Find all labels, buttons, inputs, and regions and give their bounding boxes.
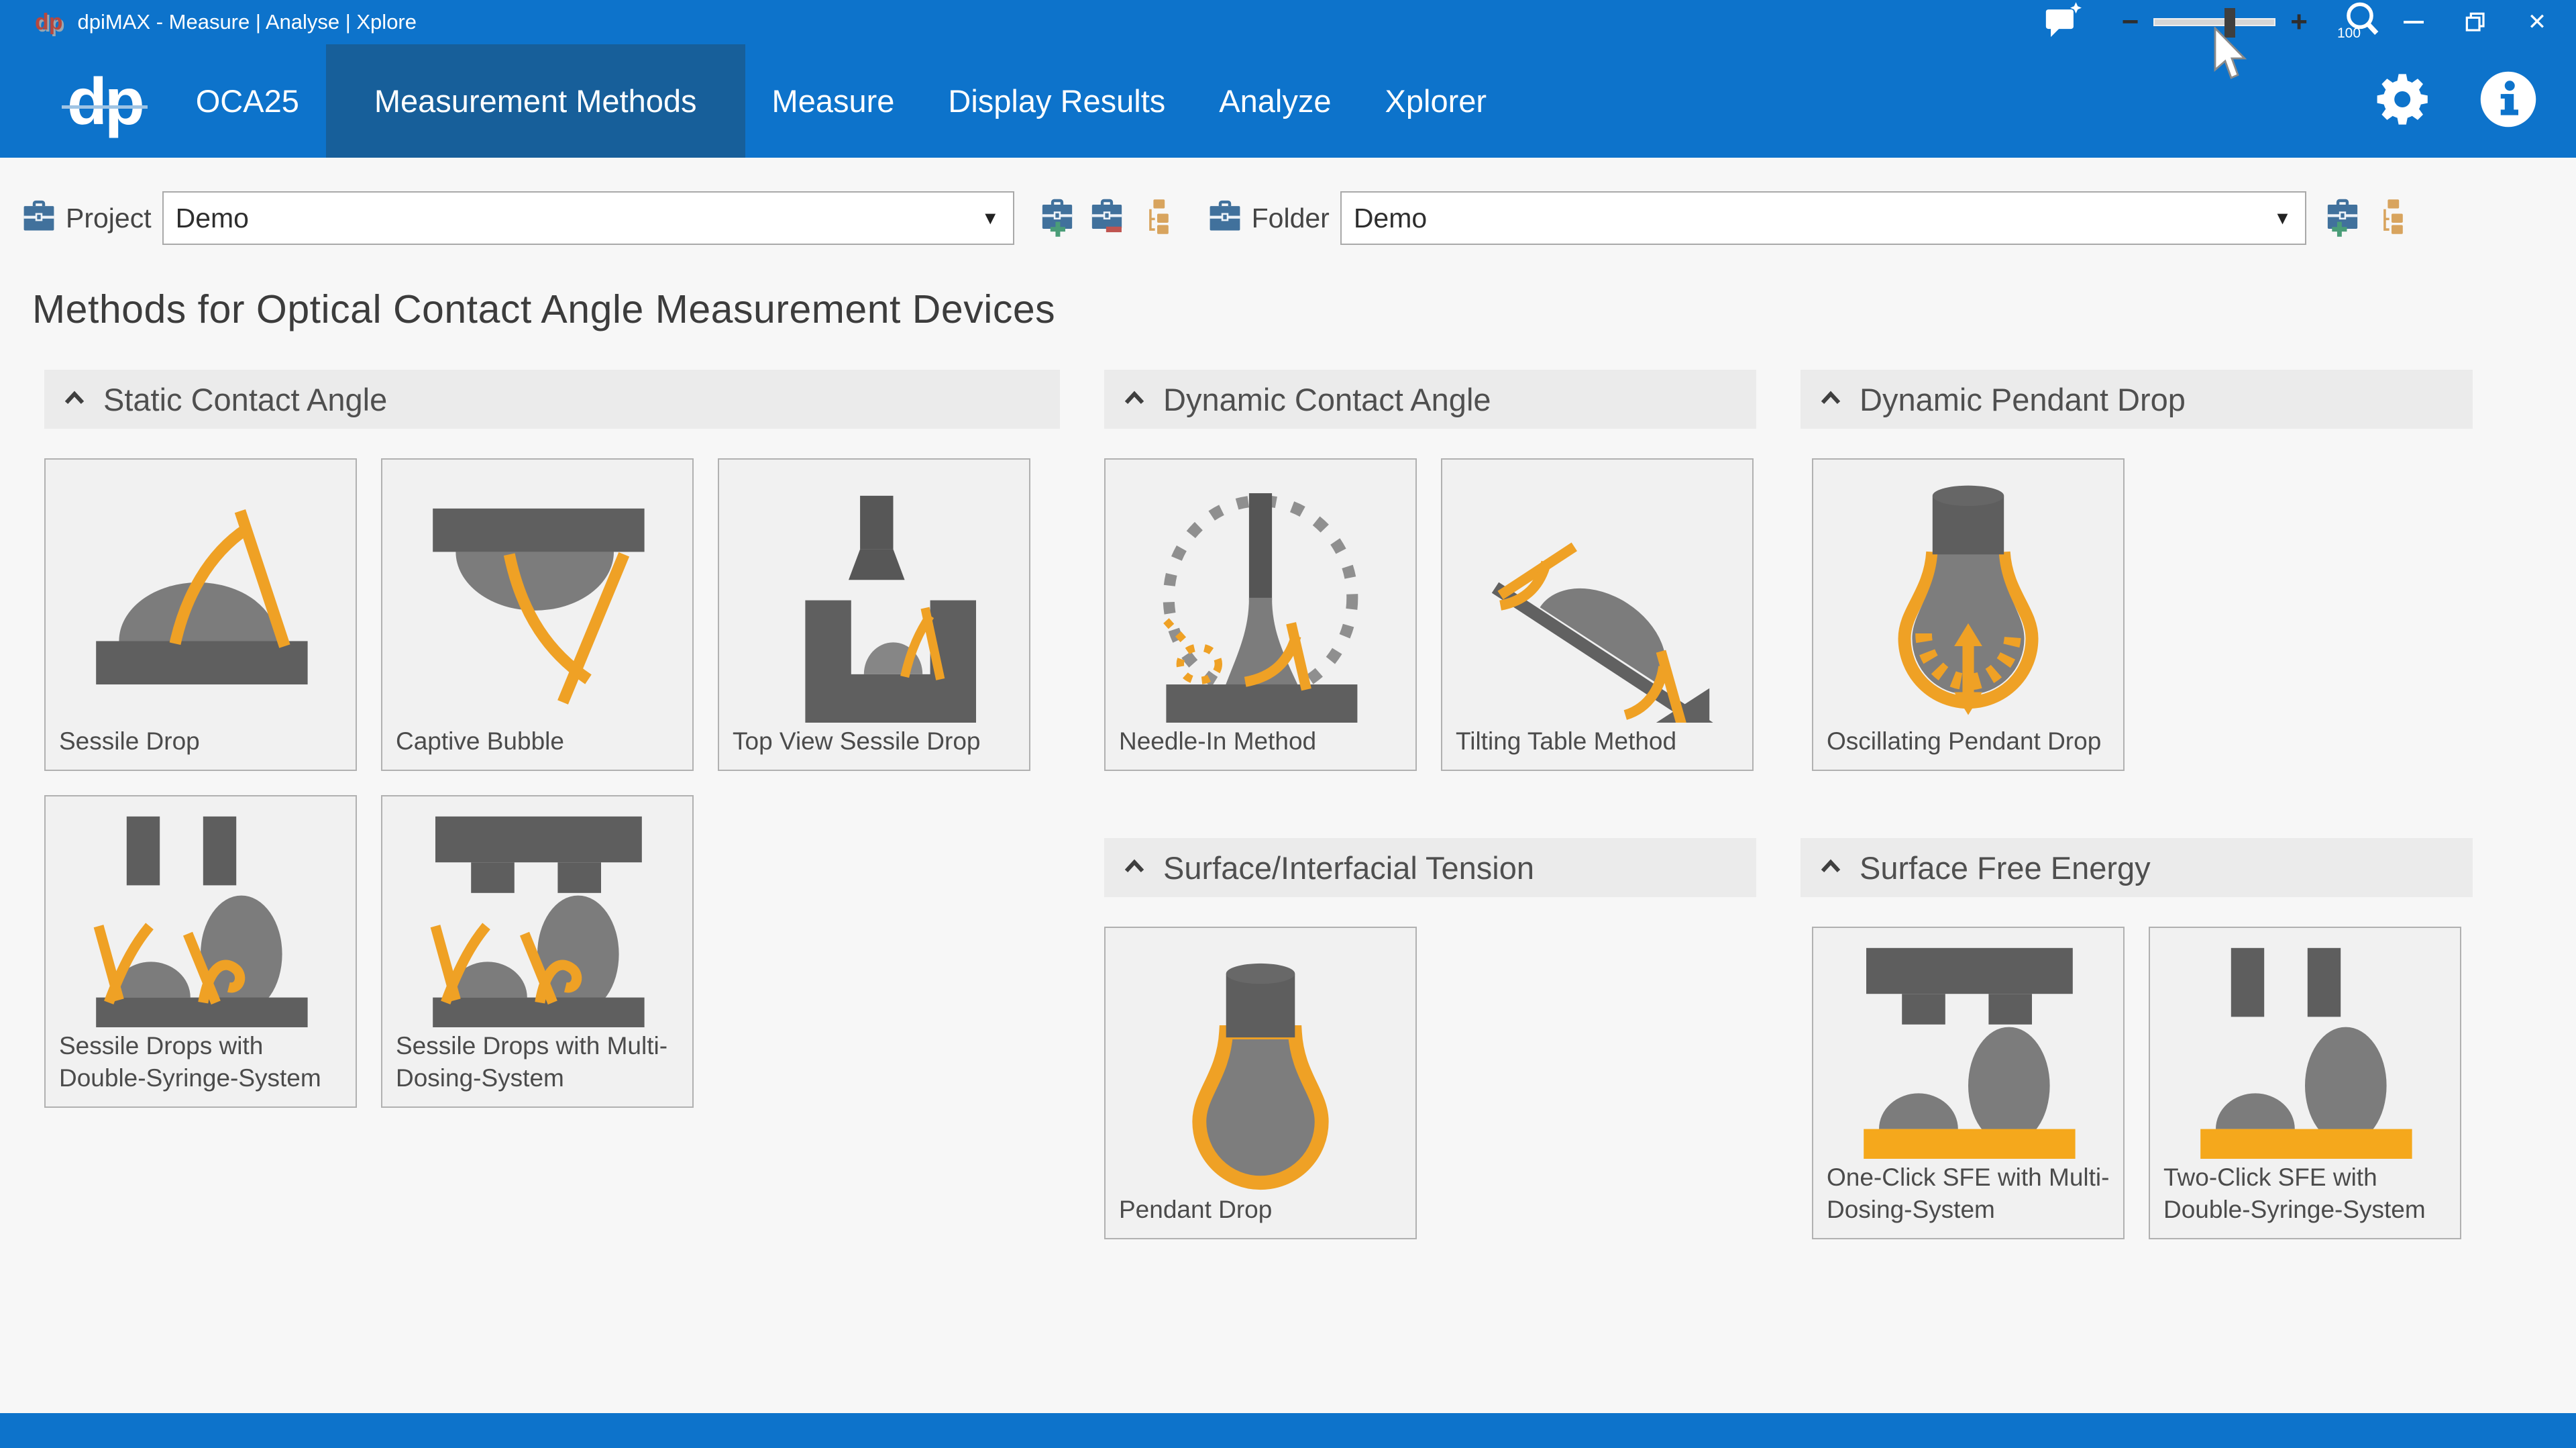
section-header-surface-interfacial-tension[interactable]: Surface/Interfacial Tension: [1104, 838, 1756, 897]
project-folder-toolbar: Project Demo ▼: [0, 180, 2576, 256]
restore-icon: [2465, 11, 2486, 33]
remove-project-button[interactable]: [1088, 197, 1126, 240]
nav-item-xplorer[interactable]: Xplorer: [1358, 44, 1514, 158]
chevron-up-icon[interactable]: [1821, 391, 1841, 409]
section-header-static-contact-angle[interactable]: Static Contact Angle: [44, 370, 1060, 429]
zoom-slider[interactable]: [2153, 18, 2275, 26]
zoom-level-control[interactable]: 100: [2337, 0, 2383, 44]
method-card-label: Sessile Drops with Double-Syringe-System: [46, 1027, 356, 1106]
section-title: Surface/Interfacial Tension: [1163, 849, 1534, 886]
method-card-oscillating-pendant-drop[interactable]: Oscillating Pendant Drop: [1812, 458, 2125, 771]
main-navbar: dp OCA25 Measurement Methods Measure Dis…: [0, 44, 2576, 158]
oscillating-pendant-drop-illustration: [1813, 460, 2123, 723]
folder-tree-icon: [2387, 199, 2399, 208]
notification-comment-icon[interactable]: [2043, 1, 2082, 44]
minimize-button[interactable]: [2383, 0, 2445, 44]
method-card-label: Needle-In Method: [1106, 723, 1415, 770]
section-title: Surface Free Energy: [1860, 849, 2151, 886]
method-card-captive-bubble[interactable]: Captive Bubble: [381, 458, 694, 771]
settings-gear-icon[interactable]: [2369, 67, 2434, 135]
section-static-contact-angle: Static Contact Angle Sessile Drop: [44, 370, 1060, 1108]
folder-tree-button[interactable]: [2375, 198, 2408, 239]
project-briefcase-icon: [20, 198, 58, 239]
method-card-label: Pendant Drop: [1106, 1191, 1415, 1238]
method-card-sessile-drop[interactable]: Sessile Drop: [44, 458, 357, 771]
project-select-value: Demo: [176, 203, 249, 234]
section-dynamic-contact-angle: Dynamic Contact Angle Needle-I: [1104, 370, 1756, 1239]
method-card-tilting-table[interactable]: Tilting Table Method: [1441, 458, 1754, 771]
method-card-sessile-drops-double-syringe[interactable]: Sessile Drops with Double-Syringe-System: [44, 795, 357, 1108]
method-card-label: Two-Click SFE with Double-Syringe-System: [2150, 1159, 2460, 1238]
multi-dosing-illustration: [382, 796, 692, 1027]
folder-label: Folder: [1252, 203, 1330, 234]
folder-select[interactable]: Demo ▼: [1340, 191, 2306, 245]
section-header-dynamic-pendant-drop[interactable]: Dynamic Pendant Drop: [1801, 370, 2473, 429]
method-card-top-view-sessile-drop[interactable]: Top View Sessile Drop: [718, 458, 1030, 771]
nav-item-oca25[interactable]: OCA25: [169, 44, 326, 158]
project-label: Project: [66, 203, 152, 234]
window-titlebar: dp dpiMAX - Measure | Analyse | Xplore −…: [0, 0, 2576, 44]
pendant-drop-illustration: [1106, 928, 1415, 1191]
two-click-sfe-illustration: [2150, 928, 2460, 1159]
zoom-level-value: 100: [2337, 25, 2361, 42]
method-card-label: Captive Bubble: [382, 723, 692, 770]
nav-item-analyze[interactable]: Analyze: [1192, 44, 1358, 158]
sessile-drop-illustration: [46, 460, 356, 723]
one-click-sfe-illustration: [1813, 928, 2123, 1159]
folder-select-value: Demo: [1354, 203, 1427, 234]
nav-item-display-results[interactable]: Display Results: [921, 44, 1192, 158]
project-select[interactable]: Demo ▼: [162, 191, 1014, 245]
zoom-out-button[interactable]: −: [2112, 7, 2149, 37]
method-card-label: Sessile Drop: [46, 723, 356, 770]
section-header-surface-free-energy[interactable]: Surface Free Energy: [1801, 838, 2473, 897]
section-title: Static Contact Angle: [103, 381, 387, 418]
add-folder-button[interactable]: [2324, 197, 2361, 240]
page-title: Methods for Optical Contact Angle Measur…: [32, 287, 2576, 332]
info-icon[interactable]: [2478, 69, 2538, 133]
top-view-sessile-drop-illustration: [719, 460, 1029, 723]
mouse-cursor: [2212, 27, 2250, 83]
chevron-up-icon[interactable]: [1821, 859, 1841, 877]
chevron-up-icon[interactable]: [1124, 859, 1144, 877]
zoom-in-button[interactable]: +: [2281, 7, 2317, 37]
method-card-label: Tilting Table Method: [1442, 723, 1752, 770]
window-title: dpiMAX - Measure | Analyse | Xplore: [78, 10, 417, 34]
method-card-one-click-sfe[interactable]: One-Click SFE with Multi-Dosing-System: [1812, 927, 2125, 1239]
method-card-sessile-drops-multi-dosing[interactable]: Sessile Drops with Multi-Dosing-System: [381, 795, 694, 1108]
app-mini-logo: dp: [35, 11, 63, 34]
folder-tree-icon: [1153, 199, 1165, 208]
method-card-two-click-sfe[interactable]: Two-Click SFE with Double-Syringe-System: [2149, 927, 2461, 1239]
section-title: Dynamic Pendant Drop: [1860, 381, 2186, 418]
nav-item-measure[interactable]: Measure: [745, 44, 922, 158]
magnifier-icon: [2349, 4, 2371, 27]
methods-grid: Static Contact Angle Sessile Drop: [44, 370, 2576, 1239]
method-card-label: One-Click SFE with Multi-Dosing-System: [1813, 1159, 2123, 1238]
method-card-label: Top View Sessile Drop: [719, 723, 1029, 770]
project-tree-button[interactable]: [1140, 198, 1174, 239]
folder-briefcase-icon: [1206, 198, 1244, 239]
minus-icon: [1106, 226, 1121, 231]
chevron-up-icon[interactable]: [1124, 391, 1144, 409]
needle-in-illustration: [1106, 460, 1415, 723]
bottom-status-bar: [0, 1413, 2576, 1448]
method-card-label: Oscillating Pendant Drop: [1813, 723, 2123, 770]
section-header-dynamic-contact-angle[interactable]: Dynamic Contact Angle: [1104, 370, 1756, 429]
captive-bubble-illustration: [382, 460, 692, 723]
minimize-icon: [2404, 21, 2424, 23]
method-card-pendant-drop[interactable]: Pendant Drop: [1104, 927, 1417, 1239]
section-title: Dynamic Contact Angle: [1163, 381, 1491, 418]
tilting-table-illustration: [1442, 460, 1752, 723]
folder-select-arrow-icon[interactable]: ▼: [2273, 208, 2292, 229]
chevron-up-icon[interactable]: [64, 391, 85, 409]
add-project-button[interactable]: [1038, 197, 1076, 240]
project-select-arrow-icon[interactable]: ▼: [981, 208, 1000, 229]
section-dynamic-pendant-drop: Dynamic Pendant Drop Oscillati: [1801, 370, 2473, 1239]
restore-button[interactable]: [2445, 0, 2506, 44]
nav-item-measurement-methods[interactable]: Measurement Methods: [326, 44, 745, 158]
method-card-label: Sessile Drops with Multi-Dosing-System: [382, 1027, 692, 1106]
close-button[interactable]: ✕: [2506, 0, 2568, 44]
method-card-needle-in[interactable]: Needle-In Method: [1104, 458, 1417, 771]
dp-logo: dp: [67, 68, 142, 134]
double-syringe-illustration: [46, 796, 356, 1027]
